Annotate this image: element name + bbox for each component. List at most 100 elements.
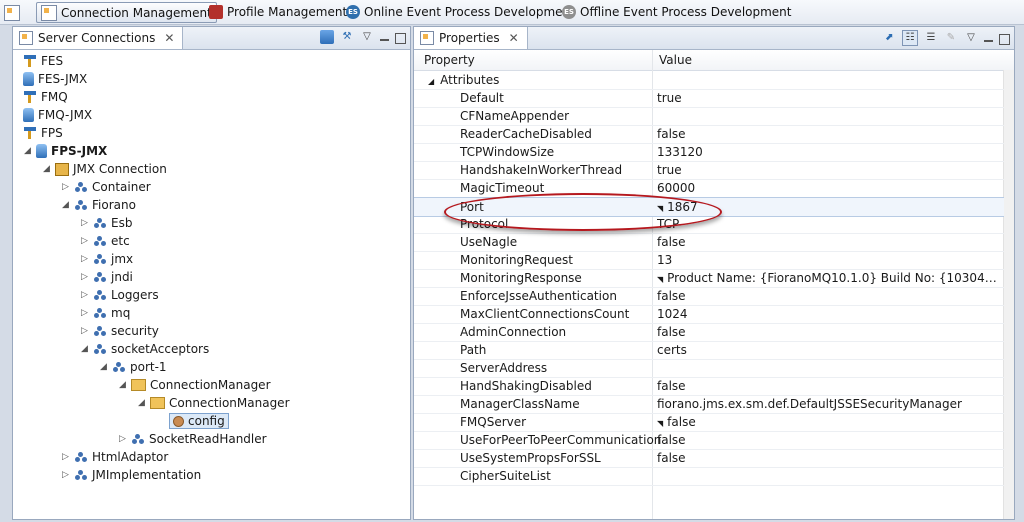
tree-node[interactable]: ▷ security (80, 322, 159, 340)
property-row[interactable]: UseNagle false (414, 233, 1004, 252)
column-header-property[interactable]: Property (424, 53, 475, 67)
tree-node[interactable]: ◢ ConnectionManager (137, 394, 289, 412)
tree-node[interactable]: ◢ ConnectionManager (118, 376, 270, 394)
tree-node[interactable]: ▷ Esb (80, 214, 132, 232)
property-value[interactable]: 60000 (657, 181, 1002, 195)
collapsed-arrow-icon[interactable]: ▷ (61, 452, 70, 462)
property-row[interactable]: CipherSuiteList (414, 467, 1004, 486)
property-group-attributes[interactable]: ◢ Attributes (414, 71, 1004, 90)
collapsed-arrow-icon[interactable]: ▷ (61, 182, 70, 192)
property-row[interactable]: Path certs (414, 341, 1004, 360)
property-value[interactable]: TCP (657, 217, 1002, 231)
tree-node[interactable]: ▷ JMImplementation (61, 466, 201, 484)
tree-node[interactable]: ◢ FPS-JMX (23, 142, 107, 160)
property-value[interactable]: false (657, 433, 1002, 447)
show-categories-icon[interactable]: ☷ (902, 30, 918, 46)
property-row[interactable]: AdminConnection false (414, 323, 1004, 342)
property-row[interactable]: HandShakingDisabled false (414, 377, 1004, 396)
expanded-arrow-icon[interactable]: ◢ (118, 380, 127, 390)
view-menu-icon[interactable]: ▽ (964, 31, 978, 45)
tree-node[interactable]: ▷ SocketReadHandler (118, 430, 267, 448)
expanded-arrow-icon[interactable]: ◢ (428, 77, 434, 86)
collapsed-arrow-icon[interactable]: ▷ (80, 290, 89, 300)
collapsed-arrow-icon[interactable]: ▷ (80, 218, 89, 228)
show-advanced-icon[interactable]: ☰ (924, 31, 938, 45)
property-value[interactable]: true (657, 91, 1002, 105)
collapsed-arrow-icon[interactable]: ▷ (80, 254, 89, 264)
property-value[interactable]: false (657, 451, 1002, 465)
property-value[interactable]: true (657, 163, 1002, 177)
close-icon[interactable]: ✕ (164, 31, 174, 45)
property-value[interactable]: 13 (657, 253, 1002, 267)
property-row[interactable]: CFNameAppender (414, 107, 1004, 126)
property-value[interactable]: ◥ false (657, 415, 1002, 429)
perspective-connection-management[interactable]: Connection Management (36, 2, 217, 23)
close-icon[interactable]: ✕ (509, 31, 519, 45)
tree-node[interactable]: ▷ Container (61, 178, 151, 196)
property-value[interactable]: false (657, 235, 1002, 249)
open-perspective-icon[interactable] (4, 5, 20, 21)
connect-tool-icon[interactable]: ⚒ (340, 30, 354, 44)
tree-node[interactable]: FMQ (23, 88, 68, 106)
tree-node[interactable]: config (156, 412, 229, 430)
tree-node[interactable]: FPS (23, 124, 63, 142)
property-row[interactable]: ManagerClassName fiorano.jms.ex.sm.def.De… (414, 395, 1004, 414)
collapsed-arrow-icon[interactable]: ▷ (61, 470, 70, 480)
property-row[interactable]: EnforceJsseAuthentication false (414, 287, 1004, 306)
tree-node[interactable]: ▷ etc (80, 232, 130, 250)
tree-node[interactable]: ◢ Fiorano (61, 196, 136, 214)
vertical-scrollbar[interactable] (1003, 70, 1014, 519)
property-row[interactable]: MonitoringRequest 13 (414, 251, 1004, 270)
tree-node[interactable]: FES-JMX (23, 70, 87, 88)
property-value[interactable]: fiorano.jms.ex.sm.def.DefaultJSSESecurit… (657, 397, 1002, 411)
collapsed-arrow-icon[interactable]: ▷ (80, 272, 89, 282)
property-value[interactable]: 133120 (657, 145, 1002, 159)
property-row[interactable]: Port ◥ 1867 (414, 197, 1004, 217)
property-value[interactable]: false (657, 325, 1002, 339)
property-row[interactable]: ReaderCacheDisabled false (414, 125, 1004, 144)
tree-node[interactable]: ▷ jmx (80, 250, 133, 268)
expanded-arrow-icon[interactable]: ◢ (23, 146, 32, 156)
property-row[interactable]: MagicTimeout 60000 (414, 179, 1004, 198)
perspective-profile-management[interactable]: Profile Management (205, 2, 351, 21)
property-row[interactable]: UseForPeerToPeerCommunication false (414, 431, 1004, 450)
collapsed-arrow-icon[interactable]: ▷ (118, 434, 127, 444)
minimize-icon[interactable] (984, 34, 993, 42)
property-value[interactable]: false (657, 289, 1002, 303)
expanded-arrow-icon[interactable]: ◢ (99, 362, 108, 372)
selected-node-box[interactable]: config (169, 413, 229, 429)
perspective-online-event-process[interactable]: ES Online Event Process Development (342, 2, 579, 21)
tree-node[interactable]: FES (23, 52, 63, 70)
pin-icon[interactable]: ⬈ (882, 31, 896, 45)
tree-node[interactable]: ▷ Loggers (80, 286, 159, 304)
tree-node[interactable]: ◢ JMX Connection (42, 160, 167, 178)
property-row[interactable]: ServerAddress (414, 359, 1004, 378)
property-value[interactable]: ◥ 1867 (657, 200, 1002, 214)
tab-server-connections[interactable]: Server Connections ✕ (13, 27, 184, 49)
property-row[interactable]: HandshakeInWorkerThread true (414, 161, 1004, 180)
property-value[interactable]: 1024 (657, 307, 1002, 321)
tab-properties[interactable]: Properties ✕ (414, 27, 528, 49)
tree-node[interactable]: ▷ mq (80, 304, 130, 322)
property-value[interactable]: false (657, 127, 1002, 141)
perspective-offline-event-process[interactable]: ES Offline Event Process Development (558, 2, 796, 21)
tree-node[interactable]: FMQ-JMX (23, 106, 92, 124)
property-row[interactable]: UseSystemPropsForSSL false (414, 449, 1004, 468)
tree-node[interactable]: ▷ HtmlAdaptor (61, 448, 168, 466)
collapsed-arrow-icon[interactable]: ▷ (80, 236, 89, 246)
property-row[interactable]: TCPWindowSize 133120 (414, 143, 1004, 162)
property-row[interactable]: MonitoringResponse ◥ Product Name: {Fioran… (414, 269, 1004, 288)
tree-node[interactable]: ◢ socketAcceptors (80, 340, 209, 358)
property-value[interactable]: ◥ Product Name: {FioranoMQ10.1.0} Build N… (657, 271, 1002, 285)
property-value[interactable]: false (657, 379, 1002, 393)
property-value[interactable]: certs (657, 343, 1002, 357)
property-row[interactable]: FMQServer ◥ false (414, 413, 1004, 432)
maximize-icon[interactable] (999, 33, 1010, 45)
restore-default-icon[interactable]: ✎ (944, 31, 958, 45)
tree-node[interactable]: ◢ port-1 (99, 358, 167, 376)
expanded-arrow-icon[interactable]: ◢ (80, 344, 89, 354)
collapsed-arrow-icon[interactable]: ▷ (80, 326, 89, 336)
expanded-arrow-icon[interactable]: ◢ (61, 200, 70, 210)
property-row[interactable]: MaxClientConnectionsCount 1024 (414, 305, 1004, 324)
tree-node[interactable]: ▷ jndi (80, 268, 133, 286)
